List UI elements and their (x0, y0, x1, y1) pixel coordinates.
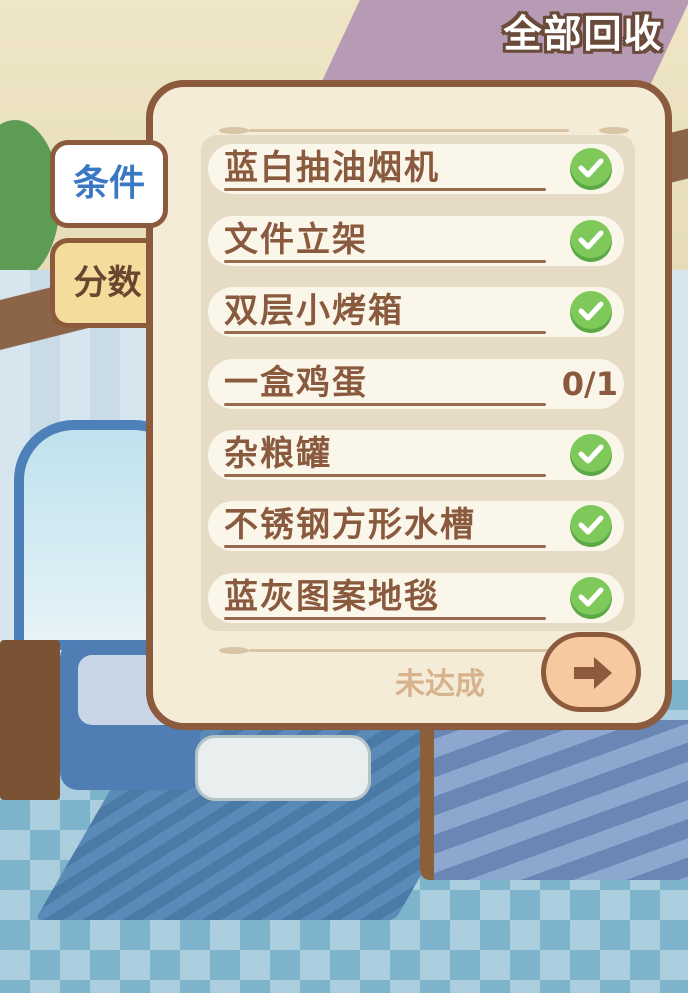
item-underline (224, 188, 546, 191)
list-item: 不锈钢方形水槽 (208, 501, 624, 551)
bed (420, 720, 688, 880)
item-underline (224, 331, 546, 334)
check-icon (570, 505, 612, 547)
item-label: 双层小烤箱 (224, 291, 404, 331)
item-underline (224, 474, 546, 477)
item-label: 不锈钢方形水槽 (224, 505, 476, 545)
list-item: 杂粮罐 (208, 430, 624, 480)
arrow-right-icon (574, 657, 612, 689)
item-underline (224, 545, 546, 548)
check-icon (570, 220, 612, 262)
item-underline (224, 403, 546, 406)
item-label: 杂粮罐 (224, 434, 332, 474)
check-icon (570, 577, 612, 619)
item-label: 蓝灰图案地毯 (224, 577, 440, 617)
tab-score[interactable]: 分数 (50, 238, 160, 328)
list-item: 文件立架 (208, 216, 624, 266)
list-item: 双层小烤箱 (208, 287, 624, 337)
top-ornament (189, 127, 629, 134)
check-icon (570, 148, 612, 190)
item-progress-count: 0/1 (561, 365, 618, 403)
side-shelf (0, 640, 60, 800)
requirements-panel: 蓝白抽油烟机 文件立架 双层小烤箱 一盒鸡蛋 0/1 杂粮罐 不锈钢方形水槽 蓝… (146, 80, 672, 730)
item-label: 蓝白抽油烟机 (224, 148, 440, 188)
check-icon (570, 291, 612, 333)
collect-all-button[interactable]: 全部回收 (496, 10, 671, 58)
coffee-table (195, 735, 371, 801)
item-label: 文件立架 (224, 220, 368, 260)
status-label: 未达成 (395, 667, 485, 702)
check-icon (570, 434, 612, 476)
item-underline (224, 260, 546, 263)
list-item: 蓝白抽油烟机 (208, 144, 624, 194)
tab-conditions[interactable]: 条件 (50, 140, 168, 228)
item-label: 一盒鸡蛋 (224, 363, 368, 403)
list-item: 一盒鸡蛋 0/1 (208, 359, 624, 409)
item-underline (224, 617, 546, 620)
next-button[interactable] (541, 632, 641, 712)
list-item: 蓝灰图案地毯 (208, 573, 624, 623)
